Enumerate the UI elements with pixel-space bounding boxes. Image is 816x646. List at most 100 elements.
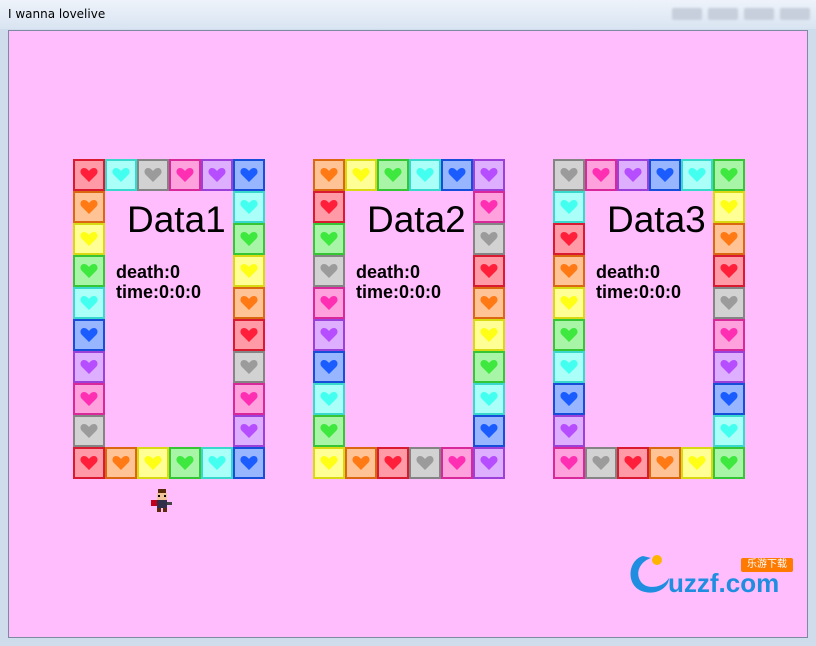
heart-icon (176, 168, 194, 182)
heart-tile (313, 223, 345, 255)
game-window: I wanna lovelive Data1 death:0 time:0:0:… (0, 0, 816, 646)
heart-tile (649, 447, 681, 479)
heart-icon (720, 296, 738, 310)
heart-tile (313, 447, 345, 479)
heart-icon (480, 200, 498, 214)
heart-icon (144, 168, 162, 182)
heart-tile (137, 447, 169, 479)
heart-tile (169, 159, 201, 191)
heart-icon (560, 392, 578, 406)
heart-tile (313, 383, 345, 415)
heart-tile (553, 191, 585, 223)
heart-icon (240, 328, 258, 342)
heart-icon (240, 264, 258, 278)
heart-tile (553, 319, 585, 351)
heart-tile (73, 319, 105, 351)
heart-tile (73, 415, 105, 447)
heart-icon (480, 264, 498, 278)
heart-icon (480, 360, 498, 374)
heart-icon (720, 328, 738, 342)
heart-tile (233, 255, 265, 287)
heart-icon (416, 456, 434, 470)
minimize-button[interactable] (672, 8, 702, 20)
heart-tile (713, 191, 745, 223)
heart-icon (352, 168, 370, 182)
heart-tile (553, 447, 585, 479)
heart-tile (169, 447, 201, 479)
heart-icon (240, 456, 258, 470)
heart-tile (441, 447, 473, 479)
heart-icon (80, 232, 98, 246)
heart-icon (320, 456, 338, 470)
save-slot-3[interactable]: Data3 death:0 time:0:0:0 (553, 159, 745, 479)
heart-tile (105, 447, 137, 479)
heart-icon (560, 424, 578, 438)
heart-tile (233, 223, 265, 255)
heart-icon (480, 168, 498, 182)
heart-icon (480, 328, 498, 342)
heart-tile (473, 191, 505, 223)
heart-tile (313, 351, 345, 383)
heart-tile (713, 223, 745, 255)
heart-icon (320, 232, 338, 246)
heart-icon (80, 264, 98, 278)
heart-tile (233, 447, 265, 479)
heart-icon (624, 456, 642, 470)
heart-icon (112, 456, 130, 470)
maximize-button[interactable] (744, 8, 774, 20)
heart-icon (320, 296, 338, 310)
heart-icon (448, 456, 466, 470)
heart-icon (720, 456, 738, 470)
heart-icon (320, 360, 338, 374)
heart-tile (553, 351, 585, 383)
heart-icon (320, 328, 338, 342)
heart-icon (560, 456, 578, 470)
heart-tile (201, 447, 233, 479)
heart-tile (617, 447, 649, 479)
heart-icon (240, 200, 258, 214)
heart-tile (313, 159, 345, 191)
save-slot-1[interactable]: Data1 death:0 time:0:0:0 (73, 159, 265, 479)
heart-icon (720, 168, 738, 182)
heart-tile (713, 351, 745, 383)
window-title: I wanna lovelive (8, 7, 106, 21)
heart-icon (560, 232, 578, 246)
heart-icon (80, 392, 98, 406)
heart-tile (73, 159, 105, 191)
heart-tile (473, 287, 505, 319)
save-slot-2[interactable]: Data2 death:0 time:0:0:0 (313, 159, 505, 479)
heart-tile (377, 447, 409, 479)
kid-sprite-icon (151, 489, 172, 512)
game-canvas[interactable]: Data1 death:0 time:0:0:0 Data2 death:0 t… (8, 30, 808, 638)
heart-icon (688, 168, 706, 182)
heart-tile (313, 255, 345, 287)
heart-tile (233, 415, 265, 447)
heart-tile (713, 415, 745, 447)
close-button[interactable] (780, 8, 810, 20)
heart-tile (473, 159, 505, 191)
heart-icon (560, 360, 578, 374)
restore-button[interactable] (708, 8, 738, 20)
heart-icon (384, 168, 402, 182)
heart-tile (73, 255, 105, 287)
heart-tile (105, 159, 137, 191)
heart-tile (345, 447, 377, 479)
heart-icon (720, 424, 738, 438)
heart-icon (656, 456, 674, 470)
save-slot-title: Data3 (607, 199, 706, 240)
title-bar: I wanna lovelive (0, 0, 816, 29)
heart-icon (80, 456, 98, 470)
heart-icon (320, 264, 338, 278)
window-controls (672, 8, 810, 20)
save-slot-time: time:0:0:0 (116, 282, 202, 302)
heart-icon (688, 456, 706, 470)
heart-tile (553, 255, 585, 287)
heart-icon (480, 392, 498, 406)
heart-tile (713, 159, 745, 191)
save-slot-title: Data2 (367, 199, 466, 240)
heart-tile (553, 287, 585, 319)
heart-tile (409, 447, 441, 479)
heart-icon (560, 328, 578, 342)
save-slot-title: Data1 (127, 199, 226, 240)
heart-tile (473, 351, 505, 383)
